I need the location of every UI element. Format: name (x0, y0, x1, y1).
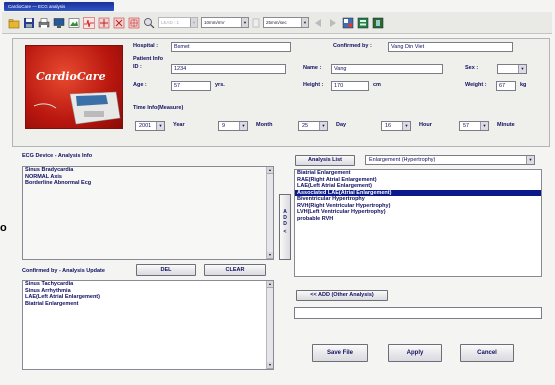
chevron-down-icon: ▼ (156, 122, 164, 130)
measure-icon[interactable] (128, 17, 140, 29)
scroll-up-icon[interactable]: ▲ (267, 281, 273, 288)
minute-label: Minute (497, 122, 515, 128)
analysis-category-select[interactable]: Enlargement (Hypertrophy) ▼ (365, 155, 535, 165)
confirmed-by-label: Confirmed by : (333, 43, 372, 49)
height-field[interactable]: 170 (331, 81, 369, 91)
name-label: Name : (303, 65, 322, 71)
next-icon[interactable] (327, 17, 339, 29)
exit-icon[interactable] (372, 17, 384, 29)
print-icon[interactable] (38, 17, 50, 29)
device-image: CardioCare (25, 45, 123, 129)
arrow-left-icon: < (283, 229, 287, 235)
patient-name-field[interactable]: Vang (331, 64, 443, 74)
speed-icon[interactable] (252, 17, 260, 29)
side-marker: o (0, 222, 7, 234)
sex-select[interactable]: ▼ (497, 64, 527, 74)
ecg-info-box[interactable]: Sinus Bradycardia NORMAL Axis Borderline… (22, 166, 274, 260)
age-label: Age : (133, 82, 147, 88)
year-label: Year (173, 122, 185, 128)
report-icon[interactable] (357, 17, 369, 29)
chevron-down-icon: ▼ (319, 122, 327, 130)
height-label: Height : (303, 82, 324, 88)
lead-select[interactable]: LEAD : 1 ▼ (158, 17, 198, 28)
scroll-up-icon[interactable]: ▲ (267, 167, 273, 174)
sex-label: Sex : (465, 65, 479, 71)
minute-select[interactable]: 57 ▼ (459, 121, 489, 131)
add-to-list-button[interactable]: ADD < (279, 194, 291, 260)
age-unit: yrs. (215, 82, 225, 88)
chevron-down-icon: ▼ (526, 156, 534, 164)
hour-label: Hour (419, 122, 432, 128)
hour-select[interactable]: 16 ▼ (381, 121, 411, 131)
save-disk-icon[interactable] (23, 17, 35, 29)
open-folder-icon[interactable] (8, 17, 20, 29)
grid-cross-icon[interactable] (113, 17, 125, 29)
chevron-down-icon: ▼ (402, 122, 410, 130)
window-title: CardioCare — ECG analysis (8, 4, 66, 9)
analysis-list-item[interactable]: probable RVH (295, 216, 541, 223)
zoom-icon[interactable] (143, 17, 155, 29)
hospital-field[interactable]: Bsmet (171, 42, 291, 52)
age-field[interactable]: 57 (171, 81, 211, 91)
other-analysis-input[interactable] (294, 307, 542, 319)
window-title-bar: CardioCare — ECG analysis (4, 2, 114, 11)
patient-panel: CardioCare Hospital : Bsmet Confirmed by… (12, 38, 550, 147)
year-select[interactable]: 2001 ▼ (135, 121, 165, 131)
weight-unit: kg (520, 82, 527, 88)
chevron-down-icon: ▼ (241, 18, 248, 27)
layout-icon[interactable] (342, 17, 354, 29)
scroll-down-icon[interactable]: ▼ (267, 252, 273, 259)
ecg-info-heading: ECG Device - Analysis Info (22, 153, 93, 159)
ecg-device-illustration (33, 91, 121, 125)
add-other-analysis-button[interactable]: << ADD (Other Analysis) (296, 290, 388, 301)
chevron-down-icon: ▼ (239, 122, 247, 130)
weight-label: Weight : (465, 82, 487, 88)
previous-icon[interactable] (312, 17, 324, 29)
update-line: Biatrial Enlargement (25, 300, 79, 307)
weight-field[interactable]: 67 (496, 81, 516, 91)
ecg-info-line: Borderline Abnormal Ecg (25, 180, 92, 186)
monitor-icon[interactable] (53, 17, 65, 29)
hospital-label: Hospital : (133, 43, 159, 49)
confirmed-by-field[interactable]: Vang Din Viet (388, 42, 513, 52)
paper-speed-select[interactable]: 25mm/sec ▼ (263, 17, 309, 28)
add-label: ADD (282, 209, 288, 227)
day-select[interactable]: 25 ▼ (298, 121, 328, 131)
confirmed-update-box[interactable]: Sinus Tachycardia Sinus Arrhythmia LAE(L… (22, 280, 274, 370)
image-view-icon[interactable] (68, 17, 80, 29)
del-button[interactable]: DEL (136, 264, 196, 276)
id-label: ID : (133, 64, 142, 70)
cancel-button[interactable]: Cancel (460, 344, 514, 362)
month-select[interactable]: 9 ▼ (218, 121, 248, 131)
clear-button[interactable]: CLEAR (204, 264, 266, 276)
save-file-button[interactable]: Save File (312, 344, 368, 362)
scroll-down-icon[interactable]: ▼ (267, 362, 273, 369)
update-scrollbar[interactable]: ▲ ▼ (266, 281, 273, 369)
month-label: Month (256, 122, 273, 128)
gain-select[interactable]: 10mm/mV ▼ (201, 17, 249, 28)
apply-button[interactable]: Apply (388, 344, 442, 362)
time-info-heading: Time Info(Measure) (133, 105, 184, 111)
patient-id-field[interactable]: 1234 (171, 64, 286, 74)
chevron-down-icon: ▼ (518, 65, 526, 73)
chevron-down-icon: ▼ (190, 18, 197, 27)
grid-plus-icon[interactable] (98, 17, 110, 29)
day-label: Day (336, 122, 347, 128)
analysis-list-box[interactable]: Biatrial Enlargement RAE(Right Atrial En… (294, 169, 542, 277)
chevron-down-icon: ▼ (301, 18, 308, 27)
ecg-info-scrollbar[interactable]: ▲ ▼ (266, 167, 273, 259)
analysis-list-button[interactable]: Analysis List (295, 155, 355, 166)
patient-info-heading: Patient Info (133, 56, 163, 62)
chevron-down-icon: ▼ (480, 122, 488, 130)
toolbar: LEAD : 1 ▼ 10mm/mV ▼ 25mm/sec ▼ (2, 12, 552, 34)
height-unit: cm (373, 82, 381, 88)
confirmed-update-heading: Confirmed by - Analysis Update (22, 268, 105, 274)
ecg-wave-icon[interactable] (83, 16, 95, 29)
